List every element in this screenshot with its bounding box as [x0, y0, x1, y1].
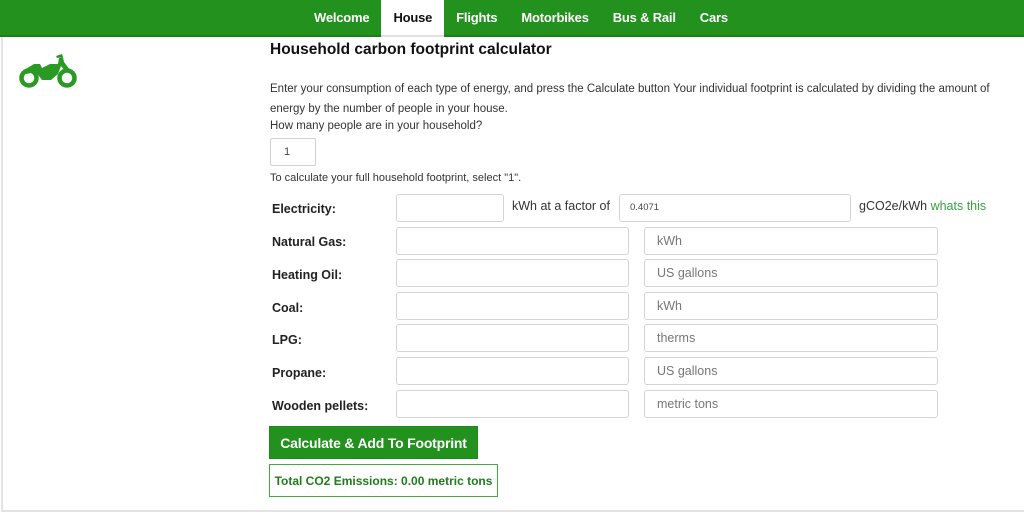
- electricity-label: Electricity:: [272, 202, 336, 216]
- tab-bus-rail[interactable]: Bus & Rail: [601, 0, 688, 35]
- heating-oil-label: Heating Oil:: [272, 268, 343, 282]
- propane-input[interactable]: [396, 357, 629, 385]
- propane-unit-select[interactable]: US gallons: [644, 357, 938, 385]
- people-question: How many people are in your household?: [270, 120, 483, 132]
- coal-input[interactable]: [396, 292, 629, 320]
- lpg-input[interactable]: [396, 324, 629, 352]
- calculate-button[interactable]: Calculate & Add To Footprint: [269, 426, 478, 459]
- natural-gas-label: Natural Gas:: [272, 235, 347, 249]
- coal-label: Coal:: [272, 301, 304, 315]
- electricity-factor-input[interactable]: 0.4071: [619, 194, 851, 222]
- whats-this-link[interactable]: whats this: [931, 199, 987, 213]
- wooden-pellets-label: Wooden pellets:: [272, 399, 369, 413]
- nav-tabs: Welcome House Flights Motorbikes Bus & R…: [302, 0, 740, 37]
- page-description: Enter your consumption of each type of e…: [270, 83, 990, 115]
- heating-oil-unit-select[interactable]: US gallons: [644, 259, 938, 287]
- electricity-input[interactable]: [396, 194, 504, 222]
- coal-unit-select[interactable]: kWh: [644, 292, 938, 320]
- page-title: Household carbon footprint calculator: [270, 41, 552, 58]
- heating-oil-input[interactable]: [396, 259, 629, 287]
- electricity-factor-unit: gCO2e/kWh whats this: [859, 199, 986, 213]
- motorbike-icon: [19, 54, 77, 88]
- total-emissions: Total CO2 Emissions: 0.00 metric tons: [269, 464, 498, 497]
- propane-label: Propane:: [272, 366, 327, 380]
- lpg-label: LPG:: [272, 333, 302, 347]
- top-navigation: Welcome House Flights Motorbikes Bus & R…: [0, 0, 1024, 37]
- people-hint: To calculate your full household footpri…: [270, 172, 522, 184]
- tab-house[interactable]: House: [381, 0, 445, 37]
- wooden-pellets-unit-select[interactable]: metric tons: [644, 390, 938, 418]
- tab-cars[interactable]: Cars: [688, 0, 740, 35]
- natural-gas-unit-select[interactable]: kWh: [644, 227, 938, 255]
- wooden-pellets-input[interactable]: [396, 390, 629, 418]
- factor-unit-text: gCO2e/kWh: [859, 199, 928, 213]
- people-count-input[interactable]: 1: [270, 138, 316, 166]
- tab-welcome[interactable]: Welcome: [302, 0, 381, 35]
- lpg-unit-select[interactable]: therms: [644, 324, 938, 352]
- electricity-factor-prefix: kWh at a factor of: [512, 199, 610, 213]
- tab-motorbikes[interactable]: Motorbikes: [509, 0, 600, 35]
- tab-flights[interactable]: Flights: [444, 0, 509, 35]
- natural-gas-input[interactable]: [396, 227, 629, 255]
